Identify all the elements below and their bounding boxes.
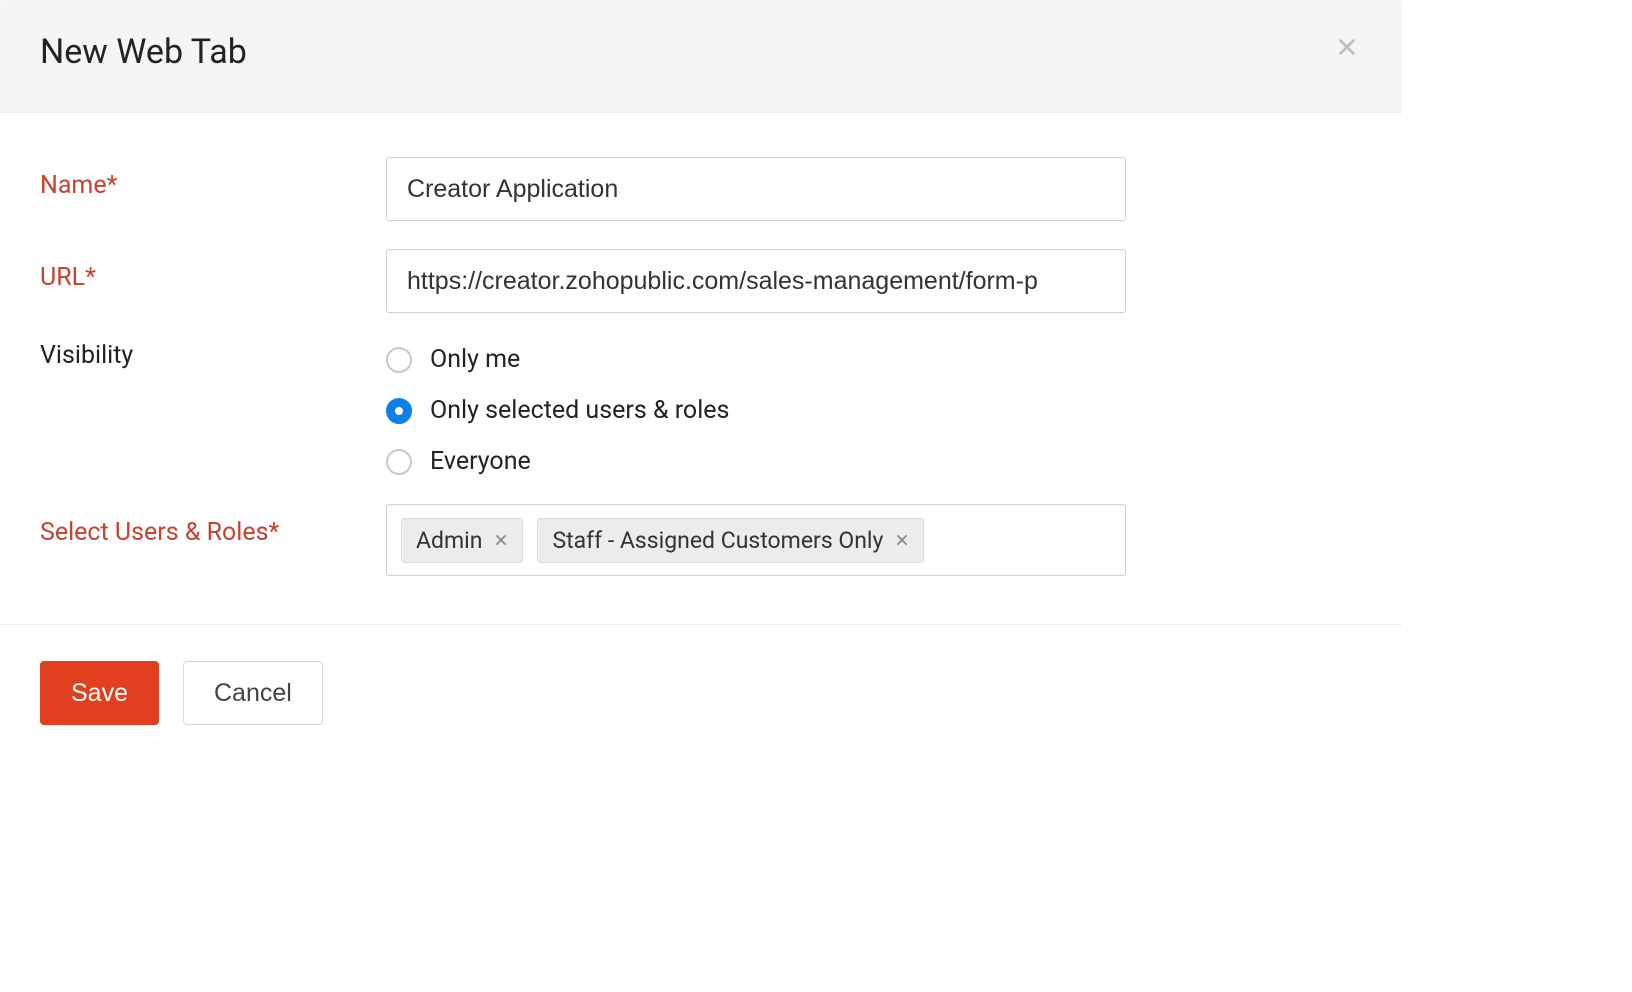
new-web-tab-dialog: New Web Tab Name* URL* Visibility <box>0 0 1402 753</box>
cancel-button[interactable]: Cancel <box>183 661 323 725</box>
radio-icon <box>386 449 412 475</box>
users-roles-row: Select Users & Roles* Admin Staff - A <box>40 504 1362 576</box>
visibility-option-selected-users[interactable]: Only selected users & roles <box>386 396 1126 425</box>
url-label: URL* <box>40 249 386 292</box>
close-icon <box>1336 36 1358 58</box>
visibility-option-only-me[interactable]: Only me <box>386 345 1126 374</box>
name-label: Name* <box>40 157 386 200</box>
radio-icon <box>386 347 412 373</box>
visibility-row: Visibility Only me Only selected users &… <box>40 341 1362 476</box>
radio-label: Only selected users & roles <box>430 396 729 425</box>
close-icon <box>494 533 508 547</box>
url-row: URL* <box>40 249 1362 313</box>
visibility-option-everyone[interactable]: Everyone <box>386 447 1126 476</box>
radio-label: Everyone <box>430 447 531 476</box>
name-input[interactable] <box>386 157 1126 221</box>
tag-admin: Admin <box>401 518 523 563</box>
tag-label: Admin <box>416 527 482 554</box>
tag-staff: Staff - Assigned Customers Only <box>537 518 924 563</box>
save-button[interactable]: Save <box>40 661 159 725</box>
tag-remove-button[interactable] <box>494 533 508 547</box>
dialog-footer: Save Cancel <box>0 624 1402 753</box>
users-roles-input[interactable]: Admin Staff - Assigned Customers Only <box>386 504 1126 576</box>
dialog-body: Name* URL* Visibility Only me <box>0 113 1402 624</box>
url-input[interactable] <box>386 249 1126 313</box>
tag-label: Staff - Assigned Customers Only <box>552 527 883 554</box>
tag-remove-button[interactable] <box>895 533 909 547</box>
users-roles-label: Select Users & Roles* <box>40 504 386 547</box>
name-row: Name* <box>40 157 1362 221</box>
radio-label: Only me <box>430 345 520 374</box>
close-icon <box>895 533 909 547</box>
visibility-radio-group: Only me Only selected users & roles Ever… <box>386 341 1126 476</box>
dialog-title: New Web Tab <box>40 32 247 72</box>
radio-icon <box>386 398 412 424</box>
dialog-header: New Web Tab <box>0 0 1402 113</box>
visibility-label: Visibility <box>40 341 386 370</box>
close-button[interactable] <box>1332 32 1362 62</box>
